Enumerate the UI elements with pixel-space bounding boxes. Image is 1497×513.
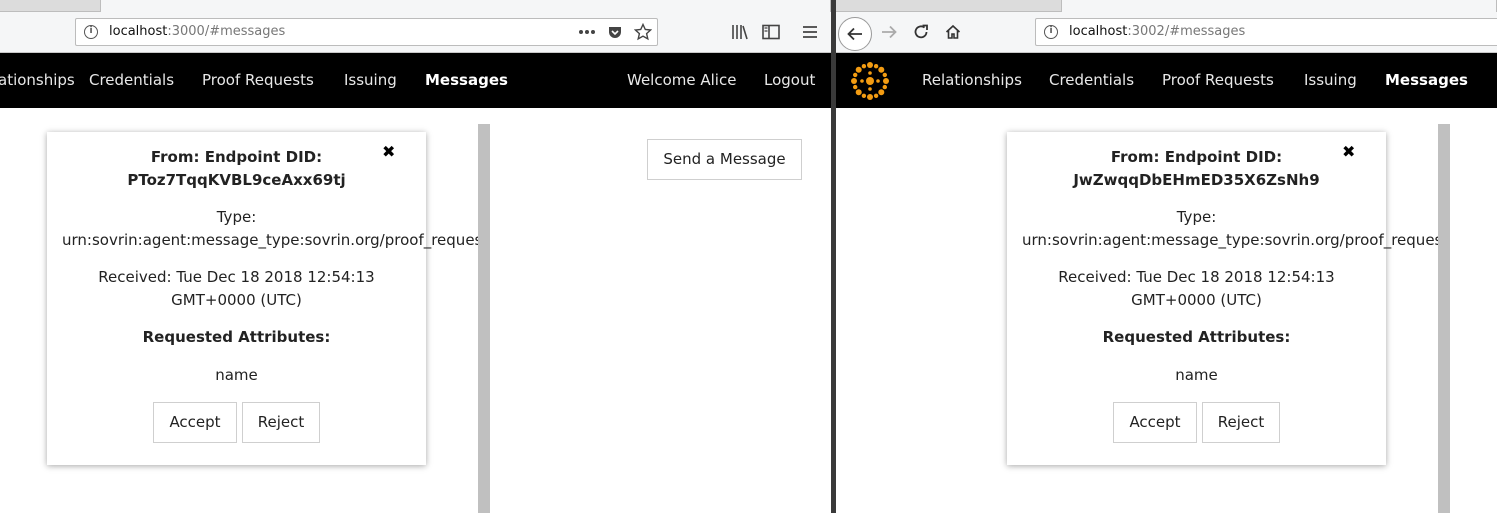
send-message-button[interactable]: Send a Message (647, 139, 802, 180)
right-browser-window: i localhost:3002/#messages Relationships… (836, 0, 1497, 513)
card-received-line1: Received: Tue Dec 18 2018 12:54:13 (1058, 268, 1335, 286)
nav-relationships[interactable]: Relationships (922, 71, 1022, 89)
left-scrollbar[interactable] (478, 124, 490, 513)
nav-proof-requests[interactable]: Proof Requests (202, 71, 314, 89)
reject-button[interactable]: Reject (242, 402, 320, 443)
back-icon[interactable] (838, 17, 872, 51)
nav-credentials[interactable]: Credentials (89, 71, 174, 89)
proof-request-card: ✖ From: Endpoint DID: PToz7TqqKVBL9ceAxx… (47, 132, 488, 465)
reload-icon[interactable] (910, 21, 932, 43)
card-did: JwZwqqDbEHmED35X6ZsNh9 (1073, 171, 1320, 189)
sidebar-icon[interactable] (760, 21, 782, 43)
logo-icon[interactable] (850, 61, 890, 105)
info-icon[interactable]: i (1044, 25, 1058, 39)
card-requested-label: Requested Attributes: (1102, 328, 1291, 346)
card-received-line2: GMT+0000 (UTC) (171, 291, 302, 309)
bookmark-star-icon[interactable] (632, 21, 654, 43)
nav-messages[interactable]: Messages (1385, 71, 1468, 89)
logout-link[interactable]: Logout (764, 71, 815, 89)
left-tab-strip (0, 0, 831, 12)
nav-credentials[interactable]: Credentials (1049, 71, 1134, 89)
welcome-text: Welcome Alice (627, 71, 737, 89)
card-type-value: urn:sovrin:agent:message_type:sovrin.org… (62, 231, 489, 249)
menu-icon[interactable] (799, 21, 821, 43)
card-attribute: name (215, 366, 258, 384)
accept-button[interactable]: Accept (153, 402, 237, 443)
accept-button[interactable]: Accept (1113, 402, 1197, 443)
info-icon[interactable]: i (84, 25, 98, 39)
left-browser-window: i localhost:3000/#messages ationships Cr… (0, 0, 831, 513)
forward-icon[interactable] (878, 21, 900, 43)
proof-request-card: ✖ From: Endpoint DID: JwZwqqDbEHmED35X6Z… (1007, 132, 1448, 465)
card-requested-label: Requested Attributes: (142, 328, 331, 346)
left-url-bar[interactable]: i localhost:3000/#messages (75, 18, 658, 46)
right-scrollbar[interactable] (1438, 124, 1450, 513)
left-active-tab[interactable] (100, 0, 831, 12)
nav-messages[interactable]: Messages (425, 71, 508, 89)
card-attribute: name (1175, 366, 1218, 384)
right-url-text: localhost:3002/#messages (1069, 24, 1246, 39)
reject-button[interactable]: Reject (1202, 402, 1280, 443)
right-tab-strip (836, 0, 1497, 12)
nav-issuing[interactable]: Issuing (1304, 71, 1357, 89)
left-url-text: localhost:3000/#messages (109, 24, 286, 39)
library-icon[interactable] (729, 21, 751, 43)
left-browser-chrome: i localhost:3000/#messages (0, 0, 831, 53)
right-url-bar[interactable]: i localhost:3002/#messages (1035, 18, 1497, 46)
card-from-label: From: Endpoint DID: (150, 148, 323, 166)
nav-relationships[interactable]: ationships (0, 71, 75, 89)
home-icon[interactable] (942, 21, 964, 43)
pocket-icon[interactable] (604, 21, 626, 43)
card-received-line2: GMT+0000 (UTC) (1131, 291, 1262, 309)
nav-proof-requests[interactable]: Proof Requests (1162, 71, 1274, 89)
card-type-label: Type: (1176, 208, 1217, 226)
card-type-value: urn:sovrin:agent:message_type:sovrin.org… (1022, 231, 1449, 249)
nav-issuing[interactable]: Issuing (344, 71, 397, 89)
right-browser-chrome: i localhost:3002/#messages (836, 0, 1497, 53)
right-active-tab[interactable] (1061, 0, 1497, 12)
more-icon[interactable] (576, 21, 598, 43)
card-from-label: From: Endpoint DID: (1110, 148, 1283, 166)
left-app-navbar: ationships Credentials Proof Requests Is… (0, 53, 831, 108)
card-received-line1: Received: Tue Dec 18 2018 12:54:13 (98, 268, 375, 286)
card-type-label: Type: (216, 208, 257, 226)
card-did: PToz7TqqKVBL9ceAxx69tj (127, 171, 346, 189)
right-app-navbar: Relationships Credentials Proof Requests… (836, 53, 1497, 108)
